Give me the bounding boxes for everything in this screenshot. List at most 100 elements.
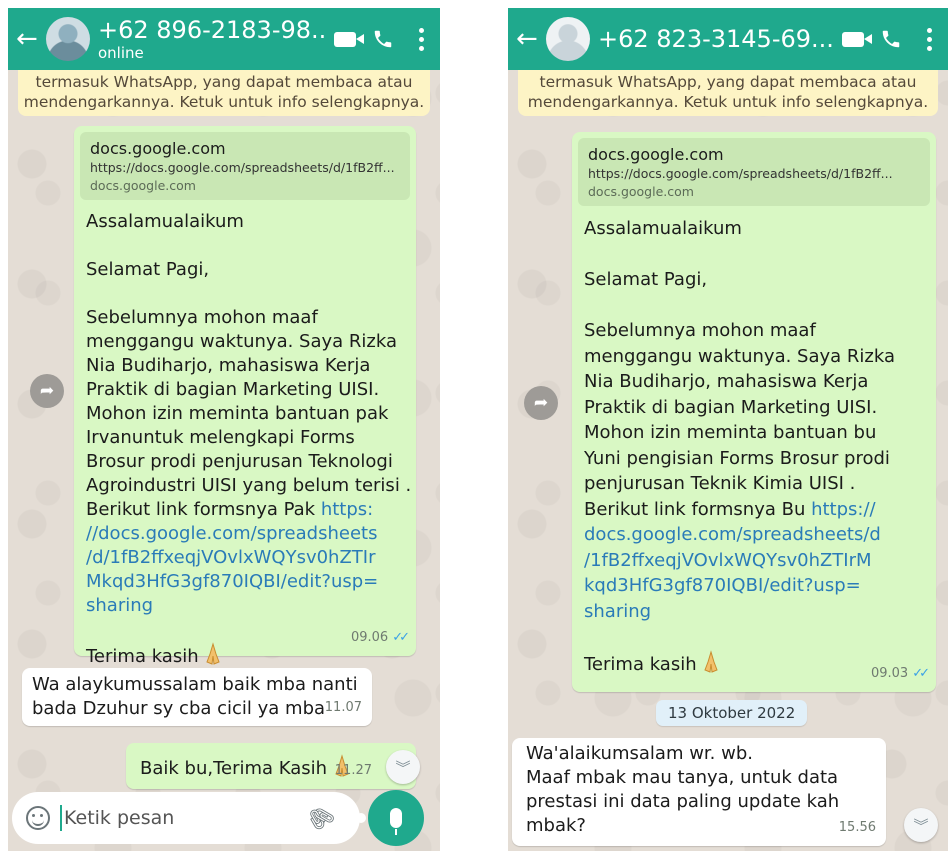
preview-domain: docs.google.com [588, 184, 694, 199]
message-meta: 11.27 [335, 759, 372, 783]
message-composer: 🖇 [12, 792, 366, 844]
message-line: Maaf mbak mau tanya, untuk data [526, 767, 839, 788]
contact-status: online [98, 44, 144, 62]
contact-avatar[interactable] [46, 17, 90, 61]
notice-line: mendengarkannya. Ketuk untuk info seleng… [23, 93, 425, 111]
message-time: 09.03 [870, 666, 909, 681]
preview-url: https://docs.google.com/spreadsheets/d/1… [90, 160, 395, 175]
message-link[interactable]: /d/1fB2ffxeqjVOvlxWQYsv0hZTIr [86, 546, 410, 570]
message-time: 11.07 [324, 700, 362, 715]
notice-line: termasuk WhatsApp, yang dapat membaca at… [35, 73, 413, 91]
encryption-notice[interactable]: termasuk WhatsApp, yang dapat membaca at… [18, 70, 430, 116]
message-text: Berikut link formsnya Pak [86, 499, 321, 520]
message-body: Assalamualaikum Selamat Pagi, Sebelumnya… [80, 210, 412, 669]
message-input[interactable] [60, 805, 307, 831]
encryption-notice[interactable]: termasuk WhatsApp, yang dapat membaca at… [518, 70, 938, 116]
message-time: 11.27 [334, 763, 372, 778]
contact-name: +62 896-2183-98... [98, 16, 326, 44]
message-line [584, 293, 930, 319]
message-line: Mohon izin meminta bantuan pak [86, 403, 389, 424]
video-call-icon[interactable] [834, 31, 872, 47]
message-line: Yuni pengisian Forms Brosur prodi [584, 447, 890, 469]
message-line: menggangu waktunya. Saya Rizka [584, 345, 895, 367]
message-text: Berikut link formsnya Bu [584, 498, 812, 520]
message-meta: 15.56 [839, 816, 876, 840]
message-line: penjurusan Teknik Kimia UISI . [584, 473, 856, 494]
message-line: Wa alaykumussalam baik mba nanti [32, 674, 358, 695]
closing-text: Terima kasih [86, 646, 199, 667]
message-link[interactable]: /1fB2ffxeqjVOvlxWQYsv0hZTIrM [584, 548, 930, 574]
preview-domain: docs.google.com [90, 178, 196, 193]
message-line: Assalamualaikum [584, 218, 742, 239]
message-line: Brosur prodi penjurusan Teknologi [86, 451, 393, 472]
message-link[interactable]: sharing [86, 594, 410, 618]
message-link[interactable]: sharing [584, 599, 930, 625]
preview-url: https://docs.google.com/spreadsheets/d/1… [588, 166, 893, 181]
message-time: 09.06 [350, 630, 389, 645]
message-meta: 09.06 ✓✓ [350, 626, 410, 650]
message-line [584, 242, 930, 268]
link-preview[interactable]: docs.google.com https://docs.google.com/… [80, 132, 410, 200]
message-time: 15.56 [838, 820, 876, 835]
folded-hands-icon [206, 642, 220, 665]
double-check-icon: ✓✓ [392, 630, 410, 645]
message-line: Berikut link formsnya Pak https: [86, 498, 410, 522]
message-line [86, 282, 410, 306]
more-vertical-icon[interactable] [402, 27, 440, 51]
notice-line: termasuk WhatsApp, yang dapat membaca at… [539, 73, 917, 91]
outgoing-message[interactable]: Baik bu,Terima Kasih 11.27 [126, 743, 416, 789]
forward-icon[interactable]: ➦ [30, 374, 64, 408]
arrow-left-icon[interactable]: ← [16, 26, 46, 52]
message-link[interactable]: Mkqd3HfG3gf870IQBI/edit?usp= [86, 570, 410, 594]
message-line [584, 624, 930, 650]
paperclip-icon[interactable]: 🖇 [302, 799, 339, 836]
preview-title: docs.google.com [90, 139, 226, 158]
arrow-left-icon[interactable]: ← [516, 26, 546, 52]
scroll-down-icon[interactable]: ︾ [386, 750, 420, 784]
incoming-message[interactable]: Wa alaykumussalam baik mba nanti bada Dz… [22, 668, 372, 726]
message-line: bada Dzuhur sy cba cicil ya mba [32, 698, 326, 719]
emoji-icon[interactable] [26, 806, 50, 830]
more-vertical-icon[interactable] [910, 27, 948, 51]
message-line: Wa'alaikumsalam wr. wb. [526, 743, 753, 764]
message-link[interactable]: https: [321, 499, 373, 520]
message-link[interactable]: docs.google.com/spreadsheets/d [584, 522, 930, 548]
message-line [86, 234, 410, 258]
message-line: Berikut link formsnya Bu https:// [584, 497, 930, 523]
double-check-icon: ✓✓ [912, 666, 930, 681]
outgoing-message[interactable]: docs.google.com https://docs.google.com/… [572, 132, 936, 692]
contact-info[interactable]: +62 896-2183-98... online [98, 16, 326, 62]
message-line: Agroindustri UISI yang belum terisi . [86, 475, 412, 496]
link-preview[interactable]: docs.google.com https://docs.google.com/… [578, 138, 930, 206]
voice-record-button[interactable] [368, 790, 424, 846]
chat-screen-left: ← +62 896-2183-98... online termasuk Wha… [8, 8, 440, 851]
chat-screen-right: ← +62 823-3145-69... termasuk WhatsApp, … [508, 8, 948, 851]
message-line: mbak? [526, 815, 586, 836]
message-line: Praktik di bagian Marketing UISI. [584, 396, 878, 418]
message-link[interactable]: //docs.google.com/spreadsheets [86, 522, 410, 546]
contact-info[interactable]: +62 823-3145-69... [598, 25, 834, 53]
message-line: menggangu waktunya. Saya Rizka [86, 331, 397, 352]
message-meta: 09.03 ✓✓ [870, 662, 930, 686]
scroll-down-icon[interactable]: ︾ [904, 808, 938, 842]
preview-title: docs.google.com [588, 145, 724, 164]
message-line: Praktik di bagian Marketing UISI. [86, 379, 380, 400]
message-meta: 11.07 [325, 696, 362, 720]
message-line: Selamat Pagi, [86, 259, 210, 280]
message-line: Nia Budiharjo, mahasiswa Kerja [86, 355, 371, 376]
video-call-icon[interactable] [326, 31, 364, 47]
outgoing-message[interactable]: docs.google.com https://docs.google.com/… [74, 126, 416, 667]
chat-header: ← +62 896-2183-98... online [8, 8, 440, 70]
message-line: prestasi ini data paling update kah [526, 791, 840, 812]
contact-name: +62 823-3145-69... [598, 25, 834, 53]
contact-avatar[interactable] [546, 17, 590, 61]
phone-icon[interactable] [872, 28, 910, 50]
message-link[interactable]: https:// [811, 499, 876, 520]
microphone-icon [390, 808, 402, 835]
message-line: Assalamualaikum [86, 211, 244, 232]
message-link[interactable]: kqd3HfG3gf870IQBI/edit?usp= [584, 573, 930, 599]
message-line: Irvanuntuk melengkapi Forms [86, 427, 355, 448]
forward-icon[interactable]: ➦ [524, 386, 558, 420]
incoming-message[interactable]: Wa'alaikumsalam wr. wb. Maaf mbak mau ta… [512, 738, 886, 846]
phone-icon[interactable] [364, 28, 402, 50]
